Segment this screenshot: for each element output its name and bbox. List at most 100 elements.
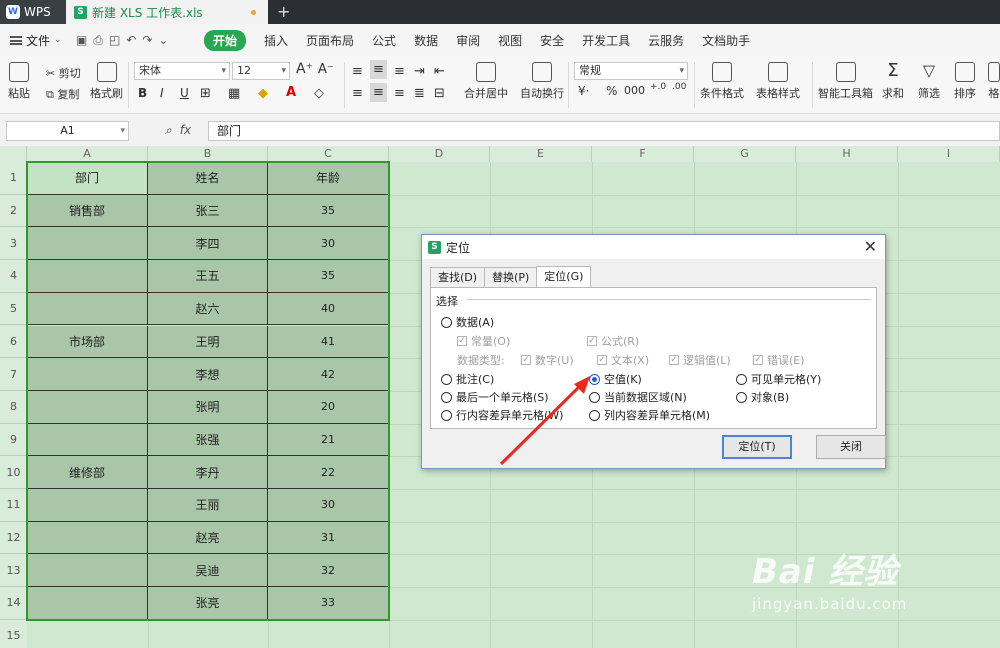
column-header[interactable]: B bbox=[148, 146, 268, 162]
tab-cloud[interactable]: 云服务 bbox=[648, 32, 684, 49]
table-cell[interactable] bbox=[27, 292, 148, 326]
column-header[interactable]: D bbox=[389, 146, 490, 162]
bold-icon[interactable]: B bbox=[138, 86, 147, 100]
radio-circle[interactable] bbox=[441, 409, 452, 421]
wps-app-tab[interactable]: W WPS bbox=[0, 0, 66, 24]
conditional-format-button[interactable]: 条件格式 bbox=[700, 62, 744, 101]
file-menu[interactable]: 文件 ⌄ bbox=[0, 32, 72, 49]
wrap-text-button[interactable]: 自动换行 bbox=[520, 62, 564, 101]
checkbox-icon[interactable]: ✓ bbox=[597, 355, 607, 365]
radio-circle[interactable] bbox=[589, 391, 600, 403]
zoom-icon[interactable]: ⌕ bbox=[165, 123, 172, 138]
checkbox-error[interactable]: ✓ 错误(E) bbox=[753, 352, 805, 368]
row-header[interactable]: 6 bbox=[0, 325, 27, 359]
save-icon[interactable]: ▣ bbox=[76, 33, 87, 48]
radio-circle[interactable] bbox=[736, 373, 747, 385]
align-left-icon[interactable]: ≡ bbox=[352, 86, 363, 101]
table-cell[interactable] bbox=[27, 423, 148, 457]
radio-current-region[interactable]: 当前数据区域(N) bbox=[589, 389, 687, 405]
table-cell[interactable]: 王明 bbox=[148, 325, 268, 359]
tab-security[interactable]: 安全 bbox=[540, 32, 564, 49]
table-cell[interactable]: 李四 bbox=[148, 227, 268, 261]
sort-button[interactable]: 排序 bbox=[954, 62, 976, 101]
currency-icon[interactable]: ¥· bbox=[578, 84, 589, 98]
table-cell[interactable]: 35 bbox=[268, 194, 389, 228]
thousands-icon[interactable]: 000 bbox=[624, 84, 645, 97]
row-header[interactable]: 2 bbox=[0, 194, 27, 228]
column-header[interactable]: F bbox=[592, 146, 694, 162]
table-cell[interactable]: 张强 bbox=[148, 423, 268, 457]
checkbox-number[interactable]: ✓ 数字(U) bbox=[521, 352, 574, 368]
row-header[interactable]: 1 bbox=[0, 162, 27, 195]
column-header[interactable]: H bbox=[796, 146, 898, 162]
table-cell[interactable]: 31 bbox=[268, 521, 389, 555]
italic-icon[interactable]: I bbox=[160, 86, 164, 100]
table-cell[interactable]: 30 bbox=[268, 489, 389, 522]
close-button[interactable]: 关闭 bbox=[816, 435, 886, 459]
align-bottom-icon[interactable]: ≡ bbox=[394, 64, 405, 79]
row-header[interactable]: 10 bbox=[0, 456, 27, 489]
radio-circle[interactable] bbox=[736, 391, 747, 403]
radio-circle[interactable] bbox=[441, 316, 452, 328]
checkbox-icon[interactable]: ✓ bbox=[521, 355, 531, 365]
font-color-icon[interactable]: A bbox=[286, 85, 296, 100]
row-header[interactable]: 5 bbox=[0, 292, 27, 326]
table-cell[interactable] bbox=[27, 521, 148, 555]
document-tab[interactable]: S 新建 XLS 工作表.xls bbox=[66, 0, 268, 24]
row-header[interactable]: 4 bbox=[0, 260, 27, 293]
radio-circle[interactable] bbox=[441, 373, 452, 385]
table-cell[interactable]: 市场部 bbox=[27, 325, 148, 359]
row-header[interactable]: 13 bbox=[0, 554, 27, 588]
undo-icon[interactable]: ↶ bbox=[126, 33, 136, 48]
copy-button[interactable]: ⧉ 复制 bbox=[46, 86, 79, 102]
cut-button[interactable]: ✂ 剪切 bbox=[46, 65, 81, 81]
table-cell[interactable] bbox=[27, 390, 148, 424]
checkbox-icon[interactable]: ✓ bbox=[669, 355, 679, 365]
checkbox-text[interactable]: ✓ 文本(X) bbox=[597, 352, 649, 368]
locate-button[interactable]: 定位(T) bbox=[722, 435, 792, 459]
row-header[interactable]: 11 bbox=[0, 489, 27, 522]
fill-style-icon[interactable]: ▦ bbox=[228, 86, 240, 101]
checkbox-constant[interactable]: ✓ 常量(O) bbox=[457, 333, 510, 349]
tab-view[interactable]: 视图 bbox=[498, 32, 522, 49]
paste-button[interactable]: 粘贴 bbox=[8, 62, 30, 101]
border-icon[interactable]: ⊞ bbox=[200, 86, 211, 101]
table-cell[interactable] bbox=[27, 358, 148, 391]
merge-center-button[interactable]: 合并居中 bbox=[464, 62, 508, 101]
underline-icon[interactable]: U bbox=[180, 86, 189, 100]
tab-developer[interactable]: 开发工具 bbox=[582, 32, 630, 49]
outdent-icon[interactable]: ⇤ bbox=[434, 64, 445, 79]
checkbox-icon[interactable]: ✓ bbox=[457, 336, 467, 346]
filter-button[interactable]: ▽ 筛选 bbox=[918, 62, 940, 101]
radio-circle[interactable] bbox=[589, 409, 600, 421]
tab-insert[interactable]: 插入 bbox=[264, 32, 288, 49]
more-icon[interactable]: ⌄ bbox=[158, 33, 168, 48]
table-cell[interactable]: 销售部 bbox=[27, 194, 148, 228]
table-cell[interactable]: 张亮 bbox=[148, 587, 268, 620]
tab-formulas[interactable]: 公式 bbox=[372, 32, 396, 49]
formula-input[interactable]: 部门 bbox=[208, 121, 1000, 141]
table-cell[interactable]: 李丹 bbox=[148, 456, 268, 489]
font-size-select[interactable]: 12 bbox=[232, 62, 290, 80]
table-cell[interactable]: 王丽 bbox=[148, 489, 268, 522]
row-header[interactable]: 9 bbox=[0, 423, 27, 457]
tab-goto[interactable]: 定位(G) bbox=[536, 266, 592, 287]
decrease-font-icon[interactable]: A⁻ bbox=[318, 62, 334, 77]
row-header[interactable]: 14 bbox=[0, 587, 27, 620]
column-header[interactable]: A bbox=[27, 146, 148, 162]
radio-objects[interactable]: 对象(B) bbox=[736, 389, 789, 405]
fill-color-icon[interactable]: ◆ bbox=[258, 86, 268, 101]
clear-icon[interactable]: ◇ bbox=[314, 86, 324, 101]
tab-doc-assistant[interactable]: 文档助手 bbox=[702, 32, 750, 49]
align-right-icon[interactable]: ≡ bbox=[394, 86, 405, 101]
tab-start[interactable]: 开始 bbox=[204, 29, 247, 51]
radio-comment[interactable]: 批注(C) bbox=[441, 371, 494, 387]
radio-visible-cells[interactable]: 可见单元格(Y) bbox=[736, 371, 821, 387]
column-header[interactable]: C bbox=[268, 146, 389, 162]
indent-icon[interactable]: ⇥ bbox=[414, 64, 425, 79]
radio-last-cell[interactable]: 最后一个单元格(S) bbox=[441, 389, 549, 405]
increase-font-icon[interactable]: A⁺ bbox=[296, 61, 313, 77]
format-painter-button[interactable]: 格式刷 bbox=[90, 62, 123, 101]
increase-decimal-icon[interactable]: +.0 bbox=[650, 82, 666, 92]
table-cell[interactable] bbox=[27, 587, 148, 620]
